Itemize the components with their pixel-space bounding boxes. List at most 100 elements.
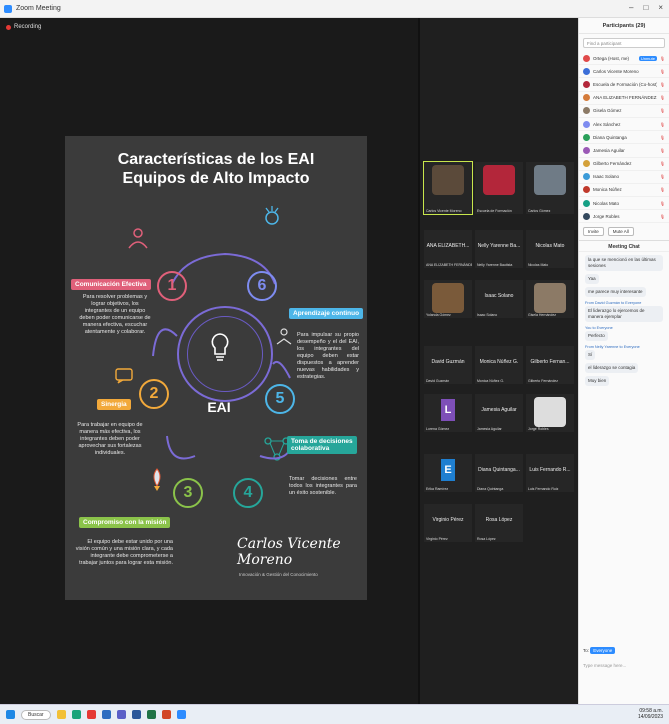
clock-date: 14/09/2023: [637, 714, 663, 720]
participant-video-tile[interactable]: Yolanda Gómez: [424, 280, 472, 318]
file-explorer-icon[interactable]: [56, 710, 66, 719]
participant-row[interactable]: Gilberto Fernández 🎙: [579, 158, 669, 171]
number-3-badge: 3: [173, 478, 203, 508]
participant-video-tile[interactable]: Gilberto Fernan... Gilberto Fernández: [526, 346, 574, 384]
participant-name: Jamesia Aguilar: [481, 407, 517, 413]
number-6-badge: 6: [247, 271, 277, 301]
participant-video-tile[interactable]: Jamesia Aguilar Jamesia Aguilar: [475, 394, 523, 432]
participant-video-tile[interactable]: Carlos Gómez: [526, 162, 574, 214]
participant-row[interactable]: Jamesia Aguilar 🎙: [579, 144, 669, 158]
word-icon[interactable]: [131, 710, 141, 719]
participant-tag: Isaac Solano: [477, 313, 498, 317]
chat-message: You to Everyone Perfecto: [585, 325, 663, 342]
participant-row[interactable]: Carlos Vicente Moreno 🎙: [579, 65, 669, 79]
participant-video-tile[interactable]: Luis Fernando R... Luis Fernando Ruiz: [526, 454, 574, 492]
presentation-slide: Características de los EAI Equipos de Al…: [65, 136, 367, 600]
participant-video-tile[interactable]: Virginio Pérez Virginio Pérez: [424, 504, 472, 542]
invite-button[interactable]: Invite: [583, 227, 604, 237]
chat-message: me parece muy interesante: [585, 287, 663, 298]
participant-video-tile[interactable]: Monica Núñez G. Monica Núñez G.: [475, 346, 523, 384]
participant-video-tile[interactable]: Rosa López Rosa López: [475, 504, 523, 542]
participant-row[interactable]: Isaac Solano 🎙: [579, 171, 669, 184]
chat-message-text: el liderazgo se contagia: [585, 363, 639, 374]
recipient-dropdown[interactable]: Everyone: [590, 647, 616, 654]
participant-row[interactable]: Escuela de Formación (Co-host) 🎙: [579, 78, 669, 92]
number-5-badge: 5: [265, 384, 295, 414]
zoom-taskbar-icon[interactable]: [176, 710, 186, 719]
participant-name: Virginio Pérez: [432, 517, 464, 523]
participant-row[interactable]: Gisela Gómez 🎙: [579, 105, 669, 118]
participant-tag: Nelly Yarenne Bautista: [477, 263, 513, 267]
participant-avatar: [583, 107, 590, 115]
participant-name: Isaac Solano: [484, 293, 514, 299]
participant-row[interactable]: Diana Quintanga 🎙: [579, 131, 669, 145]
participant-row[interactable]: Nicolas Mato 🎙: [579, 197, 669, 211]
participant-video-tile[interactable]: Diana Quintanga... Diana Quintanga: [475, 454, 523, 492]
chrome-icon[interactable]: [86, 710, 96, 719]
participant-video-tile[interactable]: Gisela Hernández: [526, 280, 574, 318]
participant-tag: Luis Fernando Ruiz: [528, 487, 559, 491]
chat-input[interactable]: Type message here...: [583, 663, 626, 668]
participant-video-tile[interactable]: ANA ELIZABETH... ANA ELIZABETH FERNÁNDEZ: [424, 230, 472, 268]
muted-mic-icon: 🎙: [659, 108, 665, 114]
muted-mic-icon: 🎙: [659, 121, 665, 127]
item-5-description: Para impulsar su propio desempeño y el d…: [297, 332, 359, 380]
participant-list-name: Ortega (Host, me): [593, 55, 630, 61]
participant-tag: Carlos Gómez: [528, 209, 551, 213]
participant-video-tile[interactable]: David Guzmán David Guzmán: [424, 346, 472, 384]
participant-list-name: Escuela de Formación (Co-host): [593, 81, 657, 87]
participant-video-tile[interactable]: Carlos Vicente Moreno: [423, 161, 473, 215]
chat-message: Muy bien: [585, 376, 663, 387]
chat-message-text: Perfecto: [585, 331, 608, 342]
participant-video-tile[interactable]: Isaac Solano Isaac Solano: [475, 280, 523, 318]
taskbar-clock[interactable]: 09:58 a.m. 14/09/2023: [638, 708, 663, 720]
unmute-button[interactable]: Unmute: [638, 55, 657, 61]
maximize-button[interactable]: □: [643, 3, 648, 12]
mail-icon[interactable]: [101, 710, 111, 719]
participant-tag: Virginio Pérez: [426, 537, 448, 541]
participant-list-name: Isaac Solano: [593, 174, 620, 180]
participant-search-input[interactable]: Find a participant: [583, 38, 665, 48]
participant-avatar: [583, 146, 590, 154]
excel-icon[interactable]: [146, 710, 156, 719]
record-dot-icon: [6, 24, 11, 30]
chat-messages: la que se mencionó en las últimas sesion…: [579, 255, 669, 387]
recording-indicator[interactable]: Recording: [6, 24, 41, 30]
participant-row[interactable]: Alex Sánchez 🎙: [579, 118, 669, 132]
close-button[interactable]: ×: [658, 3, 663, 12]
participant-avatar: [583, 160, 590, 168]
to-label: To:: [583, 648, 590, 653]
participant-photo: [534, 283, 566, 313]
muted-mic-icon: 🎙: [659, 147, 665, 153]
participant-video-tile[interactable]: Nicolas Mato Nicolas Mato: [526, 230, 574, 268]
participant-video-tile[interactable]: Jorge Robles: [526, 394, 574, 432]
number-4-badge: 4: [233, 478, 263, 508]
window-titlebar: Zoom Meeting – □ ×: [0, 0, 669, 18]
item-2-description: Para trabajar en equipo de manera más ef…: [77, 422, 143, 456]
minimize-button[interactable]: –: [629, 3, 633, 12]
chat-recipient: To: Everyone: [583, 647, 616, 654]
participant-row[interactable]: Ortega (Host, me) Unmute 🎙: [579, 52, 669, 66]
participant-row[interactable]: Jorge Robles 🎙: [579, 210, 669, 224]
edge-browser-icon[interactable]: [71, 710, 81, 719]
item-3-description: El equipo debe estar unido por una visió…: [75, 539, 173, 566]
windows-start-icon[interactable]: [6, 710, 15, 719]
taskbar-search[interactable]: Buscar: [21, 709, 51, 720]
participant-video-tile[interactable]: Nelly Yarenne Ba... Nelly Yarenne Bautist…: [475, 230, 523, 268]
participant-row[interactable]: Monica Núñez 🎙: [579, 184, 669, 198]
participant-tag: Gisela Hernández: [528, 313, 557, 317]
participant-name: Diana Quintanga...: [478, 467, 520, 473]
item-1-label: Comunicación Efectiva: [71, 279, 151, 290]
participant-tag: Jamesia Aguilar: [477, 427, 502, 431]
chat-message-text: la que se mencionó en las últimas sesion…: [585, 255, 663, 272]
participant-video-tile[interactable]: L Lorena Gómez: [424, 394, 472, 432]
participant-video-tile[interactable]: Escuela de Formación: [475, 162, 523, 214]
mute-all-button[interactable]: Mute All: [607, 227, 634, 237]
powerpoint-icon[interactable]: [161, 710, 171, 719]
participant-avatar: [583, 133, 590, 141]
participant-video-tile[interactable]: E Erika Ramírez: [424, 454, 472, 492]
teams-icon[interactable]: [116, 710, 126, 719]
participant-name: Monica Núñez G.: [479, 359, 519, 365]
participant-list: Ortega (Host, me) Unmute 🎙 Carlos Vicente M…: [579, 52, 669, 224]
participant-row[interactable]: ANA ELIZABETH FERNÁNDEZ 🎙: [579, 92, 669, 105]
